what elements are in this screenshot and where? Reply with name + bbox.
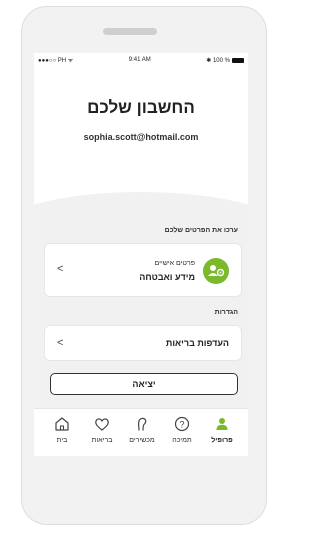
hearing-aid-icon [137, 417, 147, 431]
status-bar: ●●●○○ PH ᯤ 9:41 AM ✱ 100 % [34, 53, 248, 67]
phone-speaker [103, 28, 157, 35]
nav-home-label: בית [56, 437, 68, 444]
account-email: sophia.scott@hotmail.com [83, 132, 199, 142]
nav-health-label: בריאות [91, 437, 113, 444]
health-preferences-row[interactable]: < העדפות בריאות [44, 325, 242, 361]
heart-icon [95, 418, 109, 431]
profile-section-label: ערכו את הפרטים שלכם [164, 227, 238, 234]
chevron-left-icon: < [57, 337, 64, 349]
status-time: 9:41 AM [128, 57, 151, 63]
user-settings-icon [203, 258, 229, 284]
app-screen: ●●●○○ PH ᯤ 9:41 AM ✱ 100 % החשבון שלכם s… [34, 53, 248, 456]
chevron-left-icon: < [57, 263, 64, 275]
battery-status: ✱ 100 % [206, 57, 244, 64]
personal-info-title: מידע ואבטחה [139, 272, 195, 282]
carrier-signal: ●●●○○ PH ᯤ [38, 58, 74, 64]
nav-devices[interactable]: מכשירים [124, 415, 160, 444]
help-glyph: ? [179, 419, 184, 429]
battery-icon [231, 57, 244, 63]
profile-icon [216, 418, 228, 430]
bottom-nav: בית בריאות מכשירים ? תמיכה פרופיל [34, 408, 248, 456]
home-icon [55, 417, 69, 431]
nav-support-label: תמיכה [172, 437, 192, 444]
logout-button[interactable]: יציאה [50, 373, 238, 395]
settings-section-label: הגדרות [214, 309, 238, 316]
personal-info-subtitle: פרטים אישיים [154, 260, 195, 267]
nav-support[interactable]: ? תמיכה [164, 415, 200, 444]
personal-info-card[interactable]: < פרטים אישיים מידע ואבטחה [44, 243, 242, 297]
account-header: החשבון שלכם sophia.scott@hotmail.com [34, 67, 248, 232]
battery-text: ✱ 100 % [206, 57, 230, 64]
nav-profile[interactable]: פרופיל [204, 415, 240, 444]
nav-home[interactable]: בית [44, 415, 80, 444]
nav-profile-label: פרופיל [211, 437, 233, 444]
health-preferences-label: העדפות בריאות [165, 338, 229, 348]
page-title: החשבון שלכם [87, 98, 195, 117]
nav-health[interactable]: בריאות [84, 415, 120, 444]
nav-devices-label: מכשירים [129, 437, 155, 444]
header-curve [34, 192, 248, 232]
help-icon: ? [174, 416, 190, 432]
